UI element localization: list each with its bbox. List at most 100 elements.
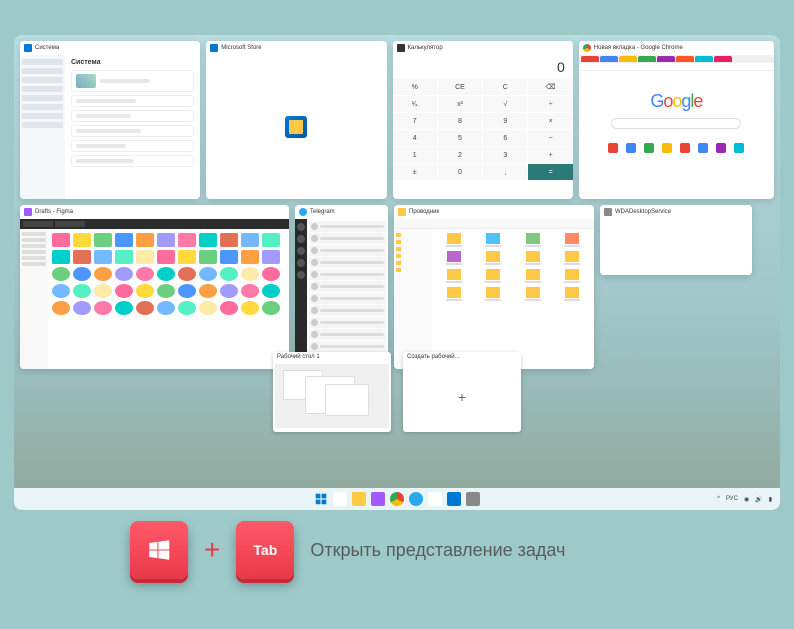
app-icon [604, 208, 612, 216]
window-thumb-figma[interactable]: Drafts - Figma [20, 205, 289, 369]
calc-button: 4 [393, 130, 437, 146]
window-thumb-calculator[interactable]: Калькулятор 0 %CEC⌫¹⁄ₓx²√÷789×456−123+±0… [393, 41, 573, 199]
figma-tabbar [20, 219, 289, 229]
battery-icon[interactable]: ▮ [769, 496, 772, 503]
calc-button: 8 [438, 113, 482, 129]
window-body: Система [20, 55, 200, 199]
chevron-up-icon[interactable]: ^ [717, 496, 720, 502]
window-thumb-chrome[interactable]: Новая вкладка - Google Chrome Google [579, 41, 774, 199]
calc-button: 0 [438, 164, 482, 180]
calc-button: % [393, 79, 437, 95]
tab-key: Tab [236, 521, 294, 579]
settings-main: Система [65, 55, 200, 199]
taskbar-telegram-icon[interactable] [409, 492, 423, 506]
window-title: Drafts - Figma [35, 209, 73, 215]
window-thumb-explorer[interactable]: Проводник [394, 205, 594, 369]
chrome-icon [583, 44, 591, 52]
window-body [206, 55, 386, 199]
hotkey-description: Открыть представление задач [310, 540, 565, 561]
taskbar-settings-icon[interactable] [466, 492, 480, 506]
calc-button: x² [438, 96, 482, 112]
figma-icon [24, 208, 32, 216]
calc-button: ÷ [528, 96, 572, 112]
new-desktop-label: Создать рабочий... [403, 352, 521, 362]
windows-key [130, 521, 188, 579]
desktop-thumb-1[interactable]: Рабочий стол 1 [273, 352, 391, 432]
hotkey-hint: + Tab Открыть представление задач [130, 521, 565, 579]
new-desktop-button[interactable]: Создать рабочий... + [403, 352, 521, 432]
calc-button: CE [438, 79, 482, 95]
taskbar-chrome-icon[interactable] [390, 492, 404, 506]
store-icon [210, 44, 218, 52]
wifi-icon[interactable]: ◉ [744, 496, 749, 503]
taskbar-store-icon[interactable] [447, 492, 461, 506]
calc-button: 3 [483, 147, 527, 163]
explorer-toolbar [394, 219, 594, 229]
chrome-ntp: Google [579, 71, 774, 153]
language-indicator[interactable]: РУС [726, 496, 738, 502]
window-thumb-store[interactable]: Microsoft Store [206, 41, 386, 199]
calc-button: 6 [483, 130, 527, 146]
windows-row-1: Система Система [20, 41, 774, 199]
task-view-container: Система Система [20, 41, 774, 482]
window-title: Система [35, 45, 59, 51]
calc-button: , [483, 164, 527, 180]
settings-icon [24, 44, 32, 52]
desktop-label: Рабочий стол 1 [273, 352, 391, 362]
calc-button: = [528, 164, 572, 180]
explorer-icon [398, 208, 406, 216]
calc-button: C [483, 79, 527, 95]
window-title: Новая вкладка - Google Chrome [594, 45, 683, 51]
calc-button: ⌫ [528, 79, 572, 95]
telegram-icon [299, 208, 307, 216]
window-header: Система [20, 41, 200, 55]
telegram-chatlist [307, 219, 388, 369]
window-header: Telegram [295, 205, 388, 219]
window-thumb-settings[interactable]: Система Система [20, 41, 200, 199]
taskbar-calc-icon[interactable] [428, 492, 442, 506]
calculator-icon [397, 44, 405, 52]
figma-sidebar [20, 229, 48, 369]
taskbar-search-icon[interactable] [333, 492, 347, 506]
calc-button: ¹⁄ₓ [393, 96, 437, 112]
taskbar-explorer-icon[interactable] [352, 492, 366, 506]
window-header: Новая вкладка - Google Chrome [579, 41, 774, 55]
telegram-rail [295, 219, 307, 369]
calc-button: 1 [393, 147, 437, 163]
window-header: Drafts - Figma [20, 205, 289, 219]
window-title: Проводник [409, 209, 439, 215]
calc-button: 2 [438, 147, 482, 163]
window-header: WDADesktopService [600, 205, 752, 219]
search-input [611, 118, 741, 129]
settings-title: Система [71, 59, 194, 66]
taskbar: ^ РУС ◉ 🔊 ▮ [14, 488, 780, 510]
window-title: WDADesktopService [615, 209, 671, 215]
windows-row-2: Drafts - Figma [20, 205, 774, 369]
plus-separator: + [204, 534, 220, 566]
plus-icon: + [403, 362, 521, 432]
calc-display: 0 [393, 55, 573, 79]
taskbar-start-icon[interactable] [314, 492, 328, 506]
window-header: Microsoft Store [206, 41, 386, 55]
window-title: Telegram [310, 209, 335, 215]
taskbar-figma-icon[interactable] [371, 492, 385, 506]
taskbar-tray[interactable]: ^ РУС ◉ 🔊 ▮ [717, 496, 772, 503]
calc-button: − [528, 130, 572, 146]
windows-icon [146, 537, 172, 563]
window-header: Проводник [394, 205, 594, 219]
window-body [295, 219, 388, 369]
google-logo: Google [650, 91, 702, 112]
explorer-files [432, 229, 594, 369]
window-body [600, 219, 752, 275]
figma-canvas [48, 229, 289, 369]
window-body [20, 219, 289, 369]
window-thumb-telegram[interactable]: Telegram [295, 205, 388, 369]
window-body [394, 219, 594, 369]
calc-button: × [528, 113, 572, 129]
explorer-sidebar [394, 229, 432, 369]
volume-icon[interactable]: 🔊 [755, 496, 762, 503]
calc-button: ± [393, 164, 437, 180]
task-view-desktop: Система Система [14, 35, 780, 510]
calc-button: 7 [393, 113, 437, 129]
window-thumb-wda[interactable]: WDADesktopService [600, 205, 752, 275]
